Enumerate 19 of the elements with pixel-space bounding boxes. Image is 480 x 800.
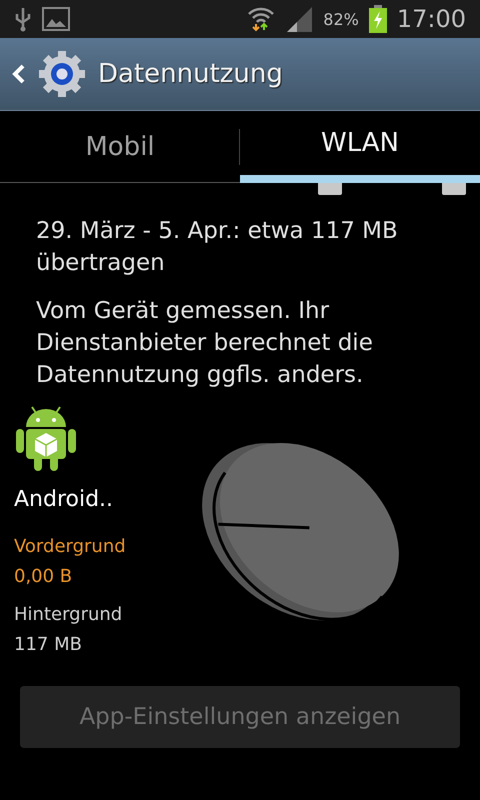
battery-charging-icon bbox=[368, 5, 387, 33]
app-name: Android.. bbox=[14, 487, 114, 512]
usb-icon bbox=[14, 6, 32, 32]
range-handle[interactable] bbox=[442, 183, 466, 195]
range-handle[interactable] bbox=[318, 183, 342, 195]
foreground-value: 0,00 B bbox=[14, 565, 74, 589]
foreground-label: Vordergrund bbox=[14, 535, 127, 559]
image-icon bbox=[42, 7, 70, 31]
measurement-note: Vom Gerät gemessen. Ihr Dienstanbieter berechnet die Datennutzung ggfls. anders. bbox=[36, 297, 374, 390]
back-icon[interactable] bbox=[12, 63, 26, 85]
clock-time: 17:00 bbox=[396, 5, 466, 33]
wifi-icon bbox=[247, 6, 276, 32]
signal-icon bbox=[285, 6, 314, 32]
background-label: Hintergrund bbox=[14, 603, 124, 627]
gear-icon bbox=[38, 50, 86, 98]
battery-percent: 82% bbox=[323, 10, 359, 28]
screen-title: Datennutzung bbox=[98, 59, 283, 89]
background-value: 117 MB bbox=[14, 633, 83, 657]
usage-summary: 29. März - 5. Apr.: etwa 117 MB übertragen bbox=[36, 217, 399, 278]
